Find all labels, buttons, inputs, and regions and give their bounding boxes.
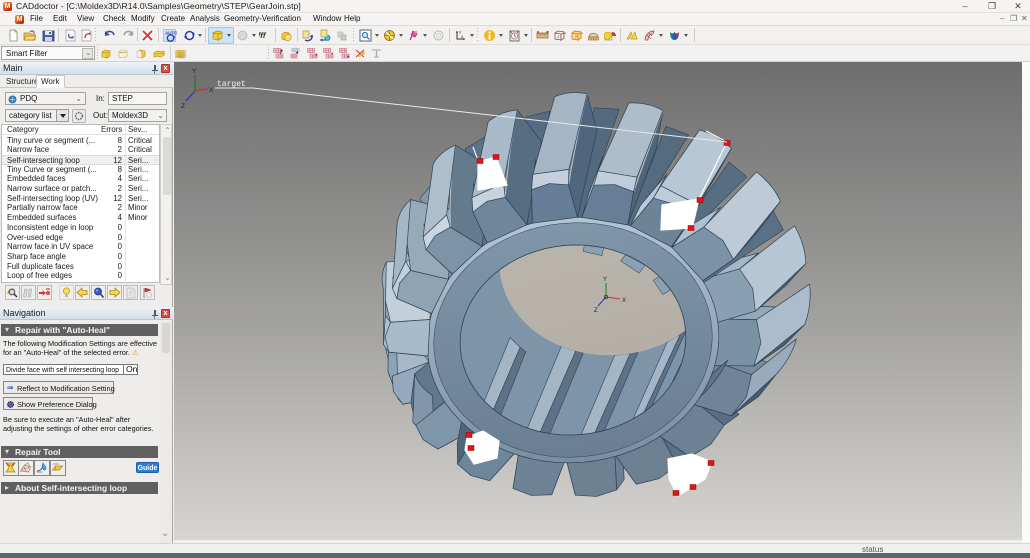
svg-text:Z: Z (181, 103, 185, 110)
svg-text:fff: fff (259, 31, 267, 40)
svg-text:Y: Y (603, 277, 607, 283)
svg-text:x: x (461, 34, 464, 39)
svg-text:target: target (217, 80, 246, 89)
svg-text:X: X (622, 298, 626, 304)
svg-text:X: X (209, 87, 214, 94)
svg-text:1?: 1? (557, 34, 562, 39)
svg-text:Y: Y (192, 68, 197, 75)
svg-text:Z: Z (594, 308, 598, 314)
